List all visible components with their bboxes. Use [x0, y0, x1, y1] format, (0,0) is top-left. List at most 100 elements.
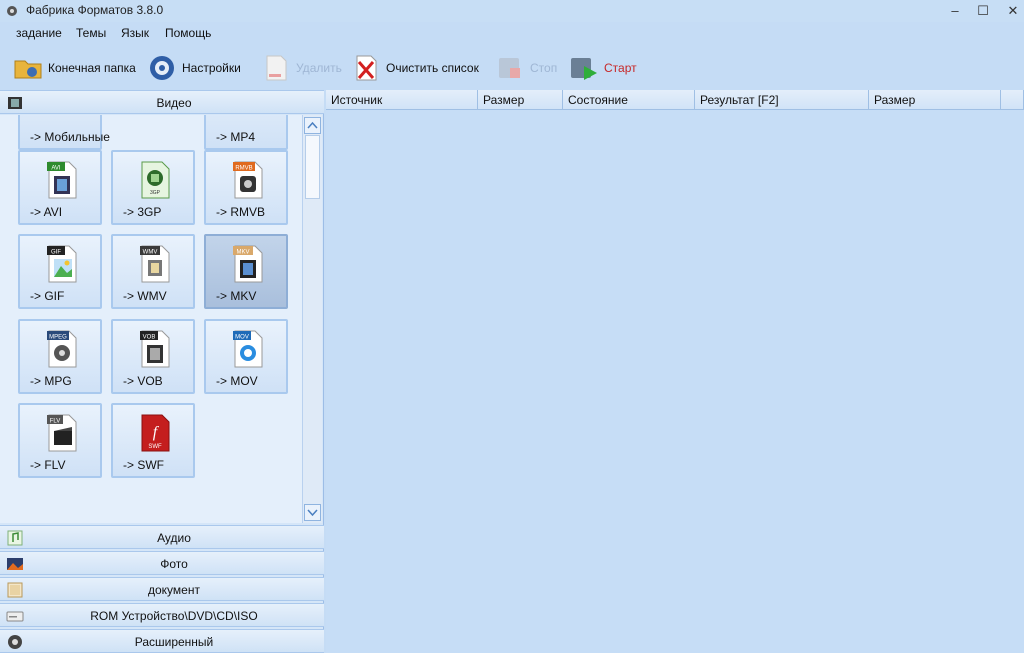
- category-document[interactable]: документ: [0, 577, 324, 601]
- format-label: -> MPG: [30, 374, 72, 388]
- format-grid: -> Мобильные -> MP4 AVI -> AVI 3GP -> 3G…: [0, 115, 302, 523]
- format-label: -> MOV: [216, 374, 258, 388]
- mkv-file-icon: MKV: [233, 245, 263, 283]
- format-label: -> WMV: [123, 289, 167, 303]
- toolbar: Конечная папка Настройки Удалить Очистит…: [0, 48, 1024, 88]
- category-advanced-label: Расширенный: [134, 635, 214, 649]
- category-video[interactable]: Видео: [0, 90, 324, 114]
- category-advanced[interactable]: Расширенный: [0, 629, 324, 653]
- document-delete-icon: [266, 55, 287, 81]
- clear-list-button[interactable]: Очистить список: [350, 48, 479, 88]
- swf-file-icon: f SWF: [141, 414, 170, 452]
- settings-button[interactable]: Настройки: [146, 48, 241, 88]
- flv-file-icon: FLV: [47, 414, 77, 452]
- clear-list-icon: [356, 55, 377, 81]
- format-tile-mpg[interactable]: MPEG -> MPG: [18, 319, 102, 394]
- format-grid-scrollbar[interactable]: [302, 115, 322, 523]
- rmvb-file-icon: RMVB: [233, 161, 263, 199]
- format-label: -> MP4: [216, 130, 256, 144]
- category-photo[interactable]: Фото: [0, 551, 324, 575]
- column-result[interactable]: Результат [F2]: [695, 90, 869, 110]
- format-tile-mkv[interactable]: MKV -> MKV: [204, 234, 288, 309]
- avi-file-icon: AVI: [47, 161, 77, 199]
- vob-badge: VOB: [143, 335, 156, 341]
- format-tile-mp4[interactable]: -> MP4: [204, 115, 288, 150]
- mpeg-badge: MPEG: [49, 335, 67, 341]
- wmv-badge: WMV: [143, 250, 158, 256]
- category-document-label: документ: [148, 583, 200, 597]
- settings-label: Настройки: [182, 61, 241, 75]
- category-audio[interactable]: Аудио: [0, 525, 324, 549]
- task-list[interactable]: Источник Размер Состояние Результат [F2]…: [326, 90, 1024, 653]
- mov-badge: MOV: [235, 335, 249, 341]
- menu-language[interactable]: Язык: [121, 26, 149, 40]
- avi-badge: AVI: [51, 166, 61, 172]
- format-tile-avi[interactable]: AVI -> AVI: [18, 150, 102, 225]
- delete-button[interactable]: Удалить: [260, 48, 342, 88]
- start-button[interactable]: Старт: [568, 48, 637, 88]
- rmvb-badge: RMVB: [235, 166, 252, 172]
- format-tile-mov[interactable]: MOV -> MOV: [204, 319, 288, 394]
- category-video-label: Видео: [156, 96, 192, 110]
- format-tile-rmvb[interactable]: RMVB -> RMVB: [204, 150, 288, 225]
- gear-icon: [150, 56, 174, 80]
- delete-label: Удалить: [296, 61, 342, 75]
- column-size[interactable]: Размер: [478, 90, 563, 110]
- format-label: -> RMVB: [216, 205, 266, 219]
- swf-badge: SWF: [148, 444, 162, 450]
- format-label: -> MKV: [216, 289, 257, 303]
- gif-badge: GIF: [51, 250, 61, 256]
- format-tile-swf[interactable]: f SWF -> SWF: [111, 403, 195, 478]
- chevron-up-icon: [307, 121, 318, 129]
- format-tile-mobile[interactable]: -> Мобильные: [18, 115, 110, 150]
- category-rom[interactable]: ROM Устройство\DVD\CD\ISO: [0, 603, 324, 627]
- category-rom-label: ROM Устройство\DVD\CD\ISO: [90, 609, 258, 623]
- chevron-down-icon: [307, 509, 318, 517]
- scroll-up-arrow[interactable]: [304, 117, 321, 134]
- format-label: -> SWF: [123, 458, 164, 472]
- column-status[interactable]: Состояние: [563, 90, 695, 110]
- format-tile-gif[interactable]: GIF -> GIF: [18, 234, 102, 309]
- title-bar: Фабрика Форматов 3.8.0 – ☐ ✕: [0, 0, 1024, 22]
- column-filler: [1001, 90, 1024, 110]
- menu-help[interactable]: Помощь: [165, 26, 211, 40]
- output-folder-button[interactable]: Конечная папка: [12, 48, 136, 88]
- document-icon: [7, 582, 23, 598]
- mkv-badge: MKV: [236, 250, 249, 256]
- format-tile-3gp[interactable]: 3GP -> 3GP: [111, 150, 195, 225]
- folder-icon: [14, 60, 42, 79]
- format-label: -> VOB: [123, 374, 163, 388]
- wmv-file-icon: WMV: [140, 245, 170, 283]
- maximize-button[interactable]: ☐: [966, 0, 1000, 22]
- 3gp-badge: 3GP: [150, 190, 161, 196]
- format-label: -> Мобильные: [30, 130, 110, 144]
- flv-badge: FLV: [50, 419, 61, 425]
- start-label: Старт: [604, 61, 637, 75]
- stop-label: Стоп: [530, 61, 558, 75]
- format-label: -> 3GP: [123, 205, 162, 219]
- format-tile-wmv[interactable]: WMV -> WMV: [111, 234, 195, 309]
- film-icon: [8, 97, 22, 109]
- window-title: Фабрика Форматов 3.8.0: [26, 3, 164, 17]
- start-icon: [571, 58, 597, 80]
- menu-bar: задание Темы Язык Помощь: [0, 24, 1024, 44]
- mpeg-file-icon: MPEG: [47, 330, 77, 368]
- column-source[interactable]: Источник: [326, 90, 478, 110]
- close-button[interactable]: ✕: [996, 0, 1024, 22]
- photo-icon: [7, 558, 23, 570]
- stop-button[interactable]: Стоп: [494, 48, 557, 88]
- stop-icon: [499, 58, 520, 78]
- menu-task[interactable]: задание: [16, 26, 62, 40]
- advanced-icon: [8, 635, 22, 649]
- format-tile-vob[interactable]: VOB -> VOB: [111, 319, 195, 394]
- scroll-down-arrow[interactable]: [304, 504, 321, 521]
- gif-file-icon: GIF: [47, 245, 77, 283]
- format-tile-flv[interactable]: FLV -> FLV: [18, 403, 102, 478]
- scroll-thumb[interactable]: [305, 135, 320, 199]
- menu-themes[interactable]: Темы: [76, 26, 106, 40]
- vob-file-icon: VOB: [140, 330, 170, 368]
- column-result-size[interactable]: Размер: [869, 90, 1001, 110]
- clear-list-label: Очистить список: [386, 61, 479, 75]
- output-folder-label: Конечная папка: [48, 61, 136, 75]
- category-audio-label: Аудио: [157, 531, 191, 545]
